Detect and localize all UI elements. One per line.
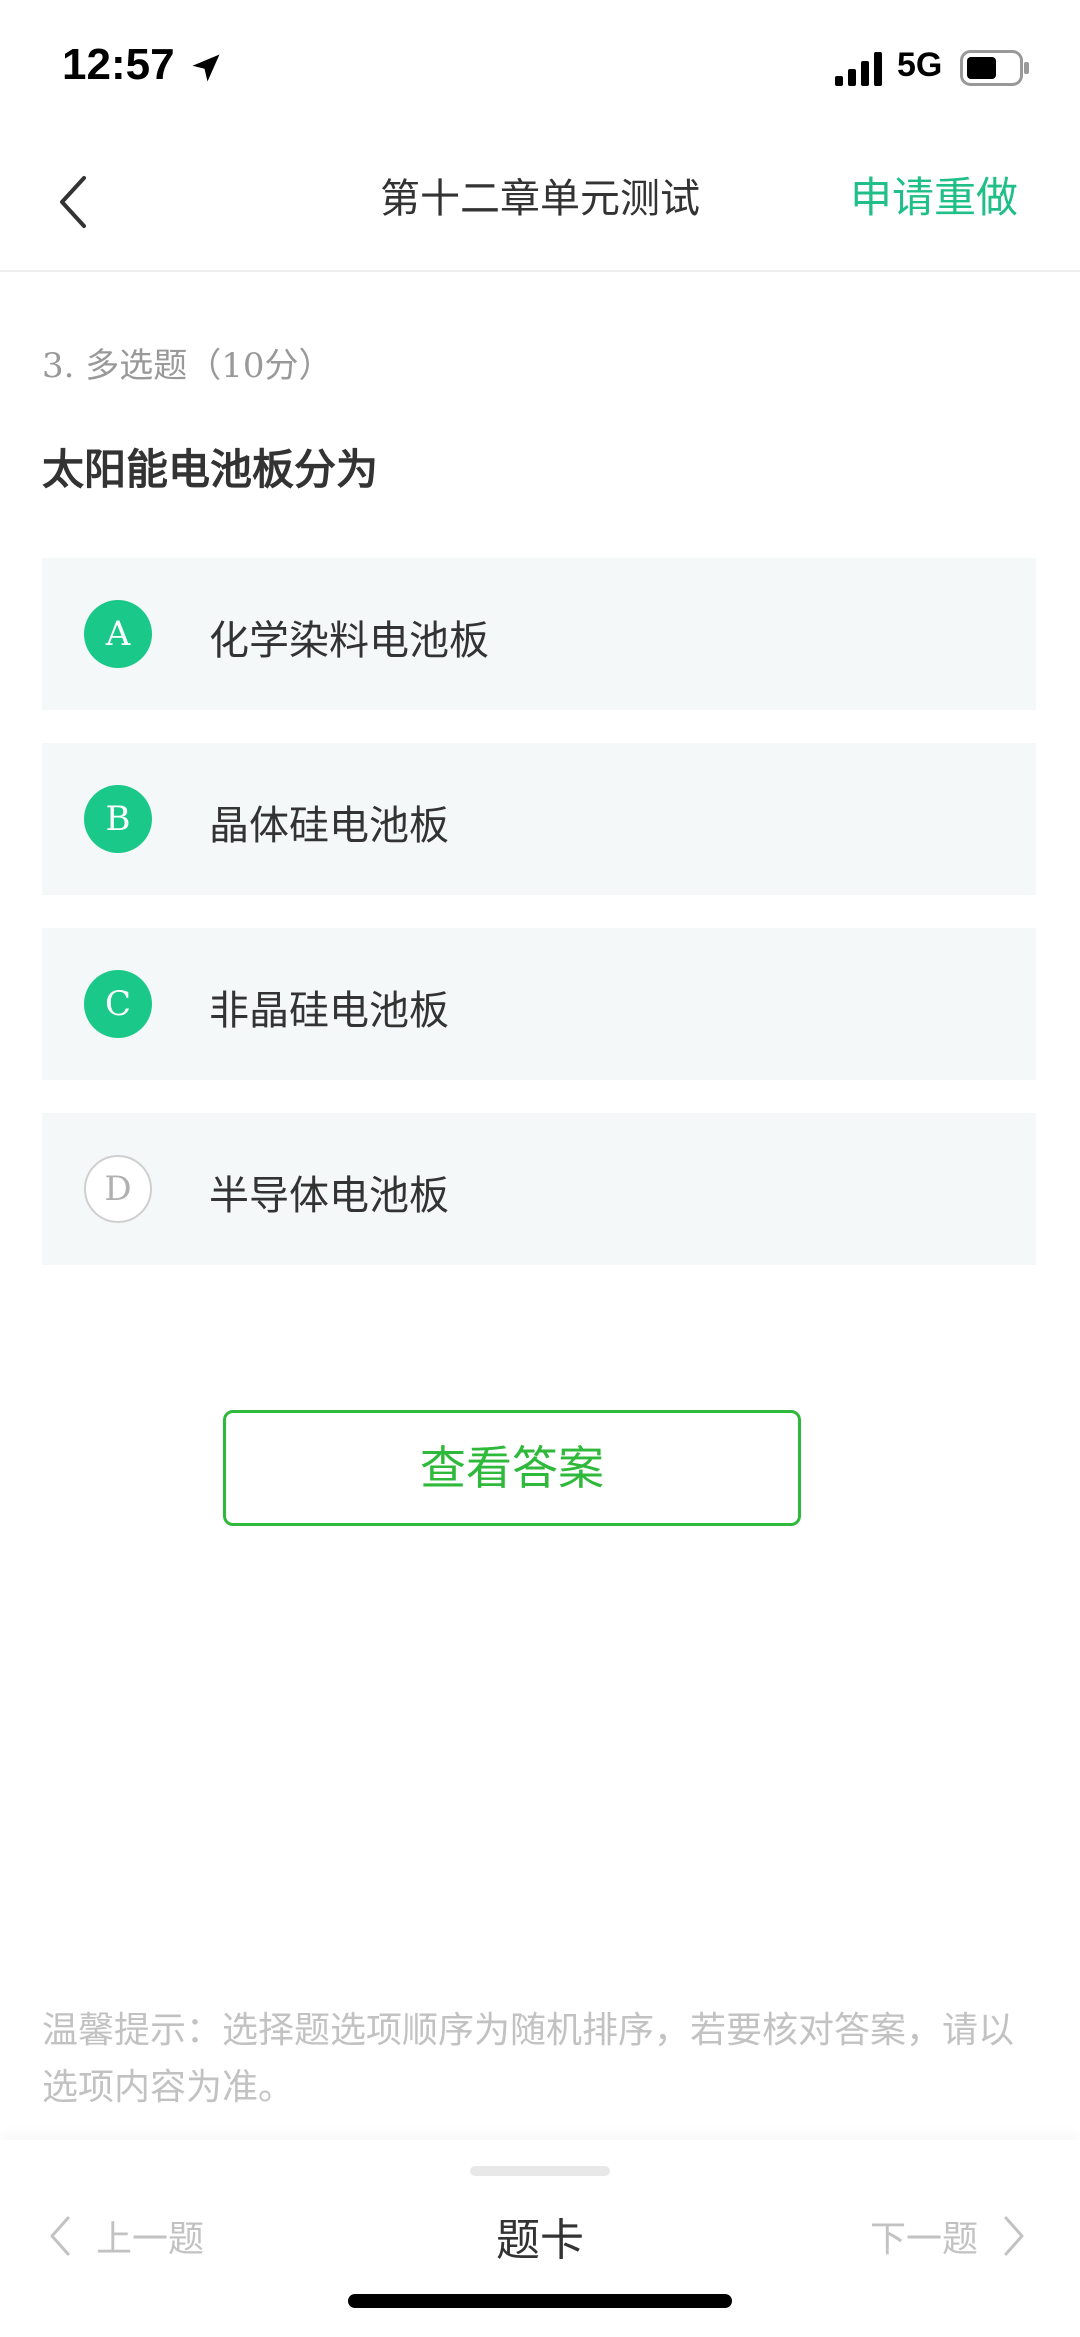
next-question-button[interactable]: 下一题 bbox=[870, 2210, 1028, 2270]
option-text: 半导体电池板 bbox=[209, 1173, 449, 1219]
tip-text: 温馨提示：选择题选项顺序为随机排序，若要核对答案，请以选项内容为准。 bbox=[42, 2010, 1015, 2108]
question-meta: 3. 多选题（10分） bbox=[42, 346, 333, 386]
chevron-right-icon bbox=[1004, 2216, 1024, 2256]
page-title: 第十二章单元测试 bbox=[380, 176, 700, 222]
previous-label: 上一题 bbox=[96, 2219, 205, 2260]
chevron-left-icon bbox=[50, 2216, 70, 2256]
network-type: 5G bbox=[897, 46, 943, 84]
previous-question-button[interactable]: 上一题 bbox=[46, 2210, 204, 2270]
status-time: 12:57 bbox=[62, 40, 175, 89]
view-answer-button[interactable]: 查看答案 bbox=[223, 1410, 801, 1526]
option-text: 晶体硅电池板 bbox=[209, 803, 449, 849]
option-badge-unselected: D bbox=[84, 1155, 152, 1223]
home-indicator[interactable] bbox=[348, 2294, 732, 2308]
nav-bar: 第十二章单元测试 申请重做 bbox=[0, 130, 1080, 272]
option-badge-selected: C bbox=[84, 970, 152, 1038]
option-c[interactable]: C 非晶硅电池板 bbox=[42, 928, 1036, 1080]
option-b[interactable]: B 晶体硅电池板 bbox=[42, 743, 1036, 895]
option-d[interactable]: D 半导体电池板 bbox=[42, 1113, 1036, 1265]
option-a[interactable]: A 化学染料电池板 bbox=[42, 558, 1036, 710]
option-text: 非晶硅电池板 bbox=[209, 988, 449, 1034]
option-badge-selected: B bbox=[84, 785, 152, 853]
question-text: 太阳能电池板分为 bbox=[42, 445, 379, 494]
next-label: 下一题 bbox=[869, 2219, 978, 2260]
location-arrow-icon bbox=[192, 54, 220, 82]
option-badge-selected: A bbox=[84, 600, 152, 668]
chevron-left-icon bbox=[60, 176, 86, 228]
status-bar: 12:57 5G bbox=[0, 0, 1080, 130]
question-card-button[interactable]: 题卡 bbox=[460, 2204, 620, 2268]
back-button[interactable] bbox=[40, 160, 120, 240]
drag-handle[interactable] bbox=[470, 2166, 610, 2176]
option-text: 化学染料电池板 bbox=[209, 618, 489, 664]
request-redo-button[interactable]: 申请重做 bbox=[850, 164, 1018, 225]
signal-bars-icon bbox=[835, 52, 882, 86]
option-list: A 化学染料电池板 B 晶体硅电池板 C 非晶硅电池板 D 半导体电池板 bbox=[42, 558, 1036, 1298]
battery-icon bbox=[960, 50, 1029, 86]
